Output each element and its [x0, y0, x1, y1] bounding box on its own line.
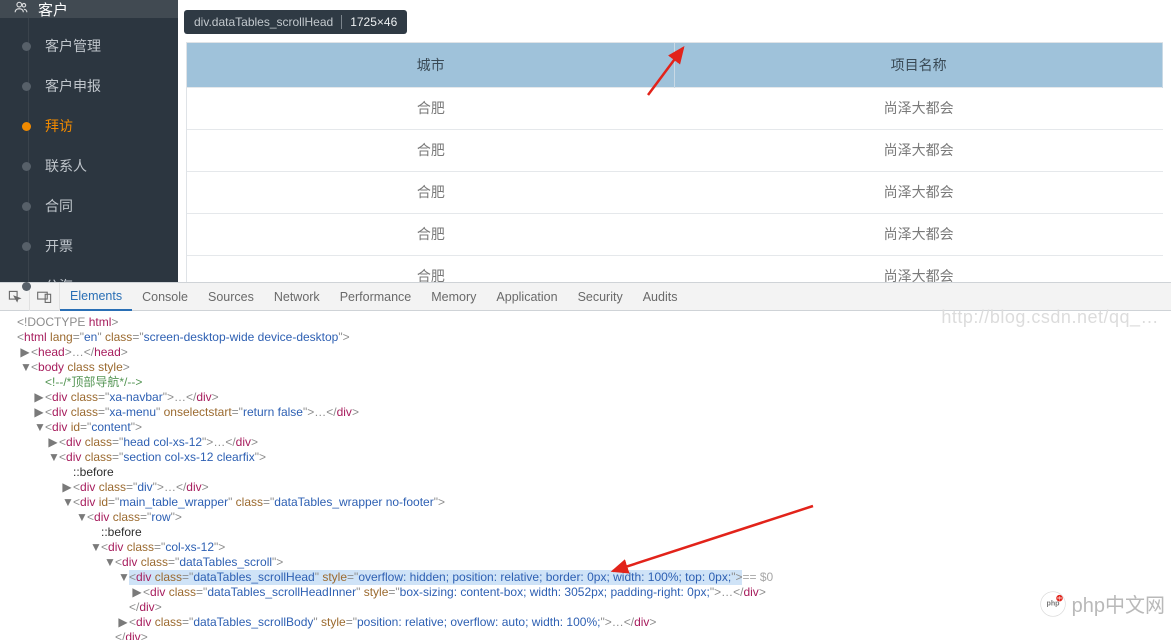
table-cell: 合肥 — [187, 171, 675, 213]
disclosure-triangle-icon[interactable]: ▶ — [34, 405, 44, 420]
disclosure-triangle-icon[interactable]: ▼ — [76, 510, 86, 525]
dom-line[interactable]: ▶<div class="dataTables_scrollBody" styl… — [6, 615, 1171, 630]
sidebar: 客户 客户管理客户申报拜访联系人合同开票公海 — [0, 0, 178, 282]
sidebar-item-label: 客户申报 — [45, 76, 101, 96]
disclosure-triangle-icon[interactable]: ▼ — [62, 495, 72, 510]
dom-line[interactable]: ▶<div class="dataTables_scrollHeadInner"… — [6, 585, 1171, 600]
sidebar-item-0[interactable]: 客户管理 — [0, 26, 178, 66]
dom-line[interactable]: ::before — [6, 525, 1171, 540]
devtools-tab-sources[interactable]: Sources — [198, 283, 264, 311]
sidebar-group-header[interactable]: 客户 — [0, 0, 178, 18]
devtools-tab-application[interactable]: Application — [486, 283, 567, 311]
dom-line[interactable]: <html lang="en" class="screen-desktop-wi… — [6, 330, 1171, 345]
table-cell: 尚泽大都会 — [675, 171, 1163, 213]
main-content: div.dataTables_scrollHead 1725×46 城市项目名称… — [178, 0, 1171, 282]
svg-text:中: 中 — [1057, 595, 1062, 602]
php-logo-icon: php中 — [1040, 591, 1066, 617]
dom-line[interactable]: ▶<div class="head col-xs-12">…</div> — [6, 435, 1171, 450]
disclosure-triangle-icon[interactable]: ▶ — [118, 615, 128, 630]
devtools-tab-security[interactable]: Security — [568, 283, 633, 311]
dom-line[interactable]: ▼<div class="row"> — [6, 510, 1171, 525]
table-row[interactable]: 合肥尚泽大都会 — [187, 87, 1163, 129]
data-table: 城市项目名称 合肥尚泽大都会合肥尚泽大都会合肥尚泽大都会合肥尚泽大都会合肥尚泽大… — [186, 42, 1163, 298]
sidebar-item-label: 客户管理 — [45, 36, 101, 56]
dom-line[interactable]: ▼<body class style> — [6, 360, 1171, 375]
table-cell: 合肥 — [187, 87, 675, 129]
table-cell: 合肥 — [187, 129, 675, 171]
dom-line[interactable]: <!--/*顶部导航*/--> — [6, 375, 1171, 390]
devtools-tab-memory[interactable]: Memory — [421, 283, 486, 311]
sidebar-item-1[interactable]: 客户申报 — [0, 66, 178, 106]
disclosure-triangle-icon[interactable]: ▶ — [132, 585, 142, 600]
dot-icon — [22, 122, 31, 131]
disclosure-triangle-icon[interactable]: ▼ — [118, 570, 128, 585]
dom-line[interactable]: ::before — [6, 465, 1171, 480]
disclosure-triangle-icon[interactable]: ▶ — [62, 480, 72, 495]
sidebar-item-label: 合同 — [45, 196, 73, 216]
sidebar-item-4[interactable]: 合同 — [0, 186, 178, 226]
disclosure-triangle-icon[interactable]: ▼ — [90, 540, 100, 555]
devtools-panel: ElementsConsoleSourcesNetworkPerformance… — [0, 282, 1171, 640]
devtools-tab-performance[interactable]: Performance — [330, 283, 422, 311]
devtools-tab-console[interactable]: Console — [132, 283, 198, 311]
sidebar-item-3[interactable]: 联系人 — [0, 146, 178, 186]
dom-line[interactable]: ▼<div class="dataTables_scrollHead" styl… — [6, 570, 1171, 585]
dom-line[interactable]: ▶<div class="div">…</div> — [6, 480, 1171, 495]
disclosure-triangle-icon[interactable]: ▼ — [34, 420, 44, 435]
watermark-url: http://blog.csdn.net/qq_… — [941, 307, 1159, 328]
sidebar-item-5[interactable]: 开票 — [0, 226, 178, 266]
table-header[interactable]: 城市 — [187, 43, 675, 87]
devtools-tab-audits[interactable]: Audits — [633, 283, 688, 311]
watermark-brand: php中 php中文网 — [1040, 589, 1165, 618]
sidebar-item-label: 拜访 — [45, 116, 73, 136]
dom-line[interactable]: ▶<div class="xa-menu" onselectstart="ret… — [6, 405, 1171, 420]
devtools-tab-elements[interactable]: Elements — [60, 283, 132, 311]
dom-line[interactable]: </div> — [6, 600, 1171, 615]
table-cell: 尚泽大都会 — [675, 213, 1163, 255]
dot-icon — [22, 42, 31, 51]
dot-icon — [22, 162, 31, 171]
table-header[interactable]: 项目名称 — [675, 43, 1163, 87]
disclosure-triangle-icon[interactable]: ▼ — [20, 360, 30, 375]
device-toolbar-icon[interactable] — [30, 283, 60, 311]
sidebar-item-label: 开票 — [45, 236, 73, 256]
dot-icon — [22, 202, 31, 211]
disclosure-triangle-icon[interactable]: ▶ — [34, 390, 44, 405]
users-icon — [14, 0, 28, 18]
table-row[interactable]: 合肥尚泽大都会 — [187, 213, 1163, 255]
disclosure-triangle-icon[interactable]: ▶ — [20, 345, 30, 360]
dot-icon — [22, 282, 31, 291]
dom-line[interactable]: ▶<div class="xa-navbar">…</div> — [6, 390, 1171, 405]
disclosure-triangle-icon[interactable]: ▶ — [48, 435, 58, 450]
disclosure-triangle-icon[interactable]: ▼ — [48, 450, 58, 465]
dom-line[interactable]: ▼<div class="section col-xs-12 clearfix"… — [6, 450, 1171, 465]
dom-line[interactable]: ▼<div id="content"> — [6, 420, 1171, 435]
inspector-tooltip-size: 1725×46 — [350, 15, 397, 29]
table-row[interactable]: 合肥尚泽大都会 — [187, 171, 1163, 213]
dom-line[interactable]: </div> — [6, 630, 1171, 640]
dom-line[interactable]: ▼<div class="col-xs-12"> — [6, 540, 1171, 555]
table-cell: 尚泽大都会 — [675, 87, 1163, 129]
inspector-tooltip-selector: div.dataTables_scrollHead — [194, 15, 333, 29]
dot-icon — [22, 242, 31, 251]
table-cell: 尚泽大都会 — [675, 129, 1163, 171]
dom-line[interactable]: ▶<head>…</head> — [6, 345, 1171, 360]
sidebar-group-label: 客户 — [38, 0, 68, 20]
sidebar-item-2[interactable]: 拜访 — [0, 106, 178, 146]
dom-tree[interactable]: <!DOCTYPE html> <html lang="en" class="s… — [0, 311, 1171, 640]
sidebar-item-label: 联系人 — [45, 156, 87, 176]
inspector-tooltip: div.dataTables_scrollHead 1725×46 — [184, 10, 407, 34]
dot-icon — [22, 82, 31, 91]
table-row[interactable]: 合肥尚泽大都会 — [187, 129, 1163, 171]
disclosure-triangle-icon[interactable]: ▼ — [104, 555, 114, 570]
devtools-tab-network[interactable]: Network — [264, 283, 330, 311]
dom-line[interactable]: ▼<div class="dataTables_scroll"> — [6, 555, 1171, 570]
table-cell: 合肥 — [187, 213, 675, 255]
dom-line[interactable]: ▼<div id="main_table_wrapper" class="dat… — [6, 495, 1171, 510]
